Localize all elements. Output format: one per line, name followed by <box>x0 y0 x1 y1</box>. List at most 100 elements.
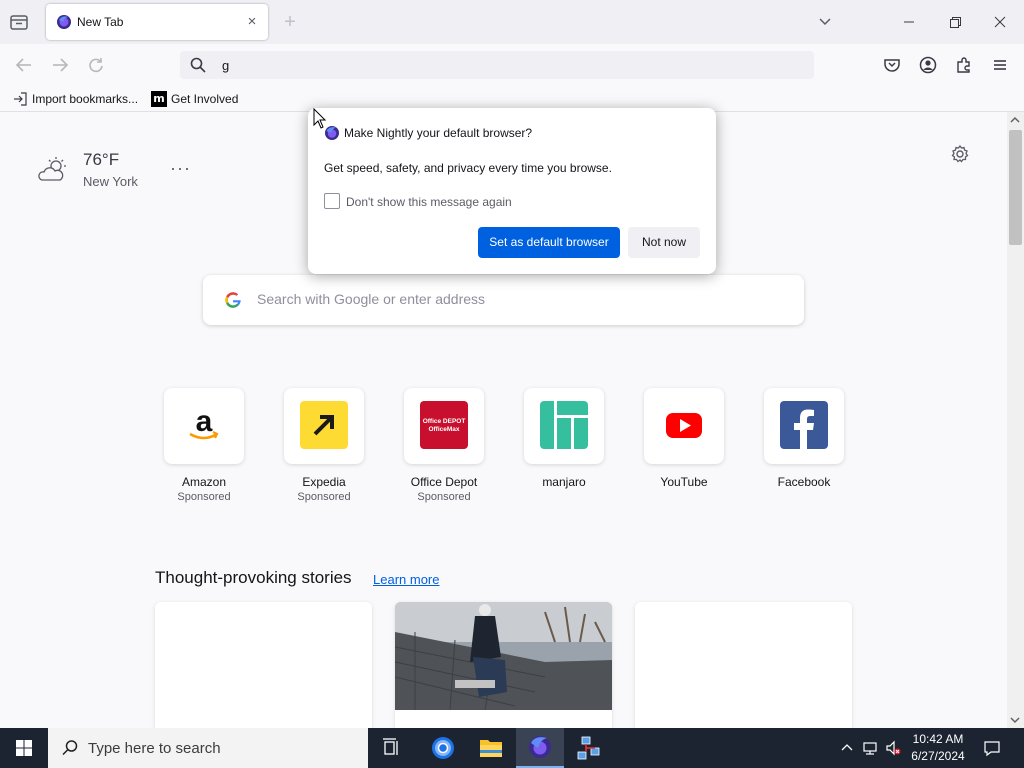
windows-taskbar: Type here to search 10:42 AM 6/27/2024 <box>0 728 1024 768</box>
topsite-card <box>284 388 364 464</box>
bookmark-label: Get Involved <box>171 92 239 106</box>
learn-more-link[interactable]: Learn more <box>373 572 439 587</box>
nightly-taskbar-app[interactable] <box>516 728 564 768</box>
weather-more-options[interactable]: ··· <box>170 158 191 179</box>
windows-start-icon[interactable] <box>0 728 48 768</box>
topsite-card: a <box>164 388 244 464</box>
firefox-view-icon[interactable] <box>8 12 30 32</box>
topsite-card: Office DEPOT OfficeMax <box>404 388 484 464</box>
svg-text:OfficeMax: OfficeMax <box>428 426 459 433</box>
topsite-facebook[interactable]: Facebook <box>764 388 846 518</box>
not-now-button[interactable]: Not now <box>628 227 700 258</box>
bookmark-import[interactable]: Import bookmarks... <box>12 91 138 107</box>
topsite-office-depot[interactable]: Office DEPOT OfficeMax Office Depot Spon… <box>404 388 486 518</box>
restore-icon[interactable] <box>943 10 967 34</box>
account-icon[interactable] <box>917 54 939 76</box>
page-scrollbar[interactable] <box>1007 112 1024 728</box>
mouse-cursor-icon <box>313 108 327 129</box>
file-explorer-icon[interactable] <box>467 728 515 768</box>
tab-close-icon[interactable]: × <box>242 12 262 32</box>
new-tab-button[interactable]: + <box>280 12 300 32</box>
back-arrow-icon[interactable] <box>13 54 35 76</box>
svg-text:Office DEPOT: Office DEPOT <box>423 418 466 425</box>
set-default-button[interactable]: Set as default browser <box>478 227 620 258</box>
clock-date: 6/27/2024 <box>911 749 965 763</box>
reload-icon[interactable] <box>85 54 107 76</box>
checkbox-label[interactable]: Don't show this message again <box>346 195 512 209</box>
extensions-icon[interactable] <box>953 54 975 76</box>
topsite-expedia[interactable]: Expedia Sponsored <box>284 388 366 518</box>
dialog-message: Get speed, safety, and privacy every tim… <box>324 161 612 175</box>
task-view-icon[interactable] <box>368 728 416 768</box>
partly-cloudy-icon <box>38 157 66 181</box>
topsite-sponsored: Sponsored <box>177 491 231 503</box>
tab-new-tab[interactable]: New Tab × <box>46 4 268 40</box>
chevron-up-icon[interactable] <box>839 740 855 756</box>
topsite-youtube[interactable]: YouTube <box>644 388 726 518</box>
menu-hamburger-icon[interactable] <box>989 54 1011 76</box>
chrome-app-icon[interactable] <box>419 728 467 768</box>
search-icon <box>190 57 206 73</box>
stories-heading: Thought-provoking stories <box>155 568 352 587</box>
bookmark-label: Import bookmarks... <box>32 92 139 106</box>
tab-strip: New Tab × + <box>0 0 1024 44</box>
topsite-label: YouTube <box>660 475 708 489</box>
story-card[interactable] <box>155 602 372 728</box>
forward-arrow-icon[interactable] <box>49 54 71 76</box>
google-icon <box>225 292 241 308</box>
taskbar-search-placeholder: Type here to search <box>88 740 221 757</box>
search-icon <box>62 740 78 756</box>
pocket-icon[interactable] <box>881 54 903 76</box>
topsite-label: manjaro <box>542 475 586 489</box>
topsite-sponsored: Sponsored <box>417 491 471 503</box>
scroll-down-icon[interactable] <box>1010 715 1020 725</box>
scroll-up-icon[interactable] <box>1010 115 1020 125</box>
scrollbar-thumb[interactable] <box>1009 130 1022 245</box>
nav-bar: g <box>0 44 1024 86</box>
weather-temperature: 76°F <box>83 150 120 169</box>
topsite-amazon[interactable]: a Amazon Sponsored <box>164 388 246 518</box>
dialog-title: Make Nightly your default browser? <box>344 126 533 140</box>
network-status-icon[interactable] <box>862 740 878 756</box>
story-card[interactable] <box>395 602 612 728</box>
weather-location: New York <box>83 174 138 189</box>
import-icon <box>14 92 27 106</box>
list-all-tabs-icon[interactable] <box>815 13 835 31</box>
topsite-card <box>524 388 604 464</box>
url-input-value[interactable]: g <box>222 58 229 73</box>
newtab-search-box[interactable]: Search with Google or enter address <box>203 275 804 325</box>
topsite-card <box>764 388 844 464</box>
svg-text:a: a <box>196 405 213 438</box>
story-image <box>395 602 612 711</box>
tab-title: New Tab <box>77 15 124 29</box>
weather-widget[interactable]: 76°F New York ··· <box>38 150 208 194</box>
expedia-logo-icon <box>300 401 348 449</box>
nightly-icon <box>529 736 551 758</box>
topsite-manjaro[interactable]: manjaro <box>524 388 606 518</box>
network-app-icon[interactable] <box>565 728 613 768</box>
system-clock[interactable]: 10:42 AM 6/27/2024 <box>905 731 971 765</box>
volume-muted-icon[interactable] <box>885 740 901 756</box>
youtube-logo-icon <box>666 413 702 438</box>
story-card[interactable] <box>635 602 852 728</box>
facebook-logo-icon <box>780 401 828 449</box>
topsite-label: Expedia <box>302 475 346 489</box>
taskbar-search-box[interactable]: Type here to search <box>48 728 368 768</box>
window-close-icon[interactable] <box>988 10 1012 34</box>
nightly-icon <box>57 15 71 29</box>
topsite-label: Office Depot <box>410 475 478 489</box>
search-placeholder: Search with Google or enter address <box>257 291 486 307</box>
dont-show-checkbox[interactable] <box>324 193 340 209</box>
clock-time: 10:42 AM <box>912 732 964 746</box>
url-bar[interactable]: g <box>180 51 814 79</box>
notifications-icon[interactable] <box>982 738 1002 758</box>
topsite-label: Facebook <box>777 475 831 489</box>
amazon-logo-icon: a <box>189 405 219 440</box>
default-browser-dialog: Make Nightly your default browser? Get s… <box>308 108 716 274</box>
topsite-sponsored: Sponsored <box>297 491 351 503</box>
topsite-label: Amazon <box>181 475 227 489</box>
gear-icon[interactable] <box>950 144 970 164</box>
bookmark-get-involved[interactable]: m Get Involved <box>151 91 238 107</box>
minimize-icon[interactable] <box>897 10 921 34</box>
topsite-card <box>644 388 724 464</box>
